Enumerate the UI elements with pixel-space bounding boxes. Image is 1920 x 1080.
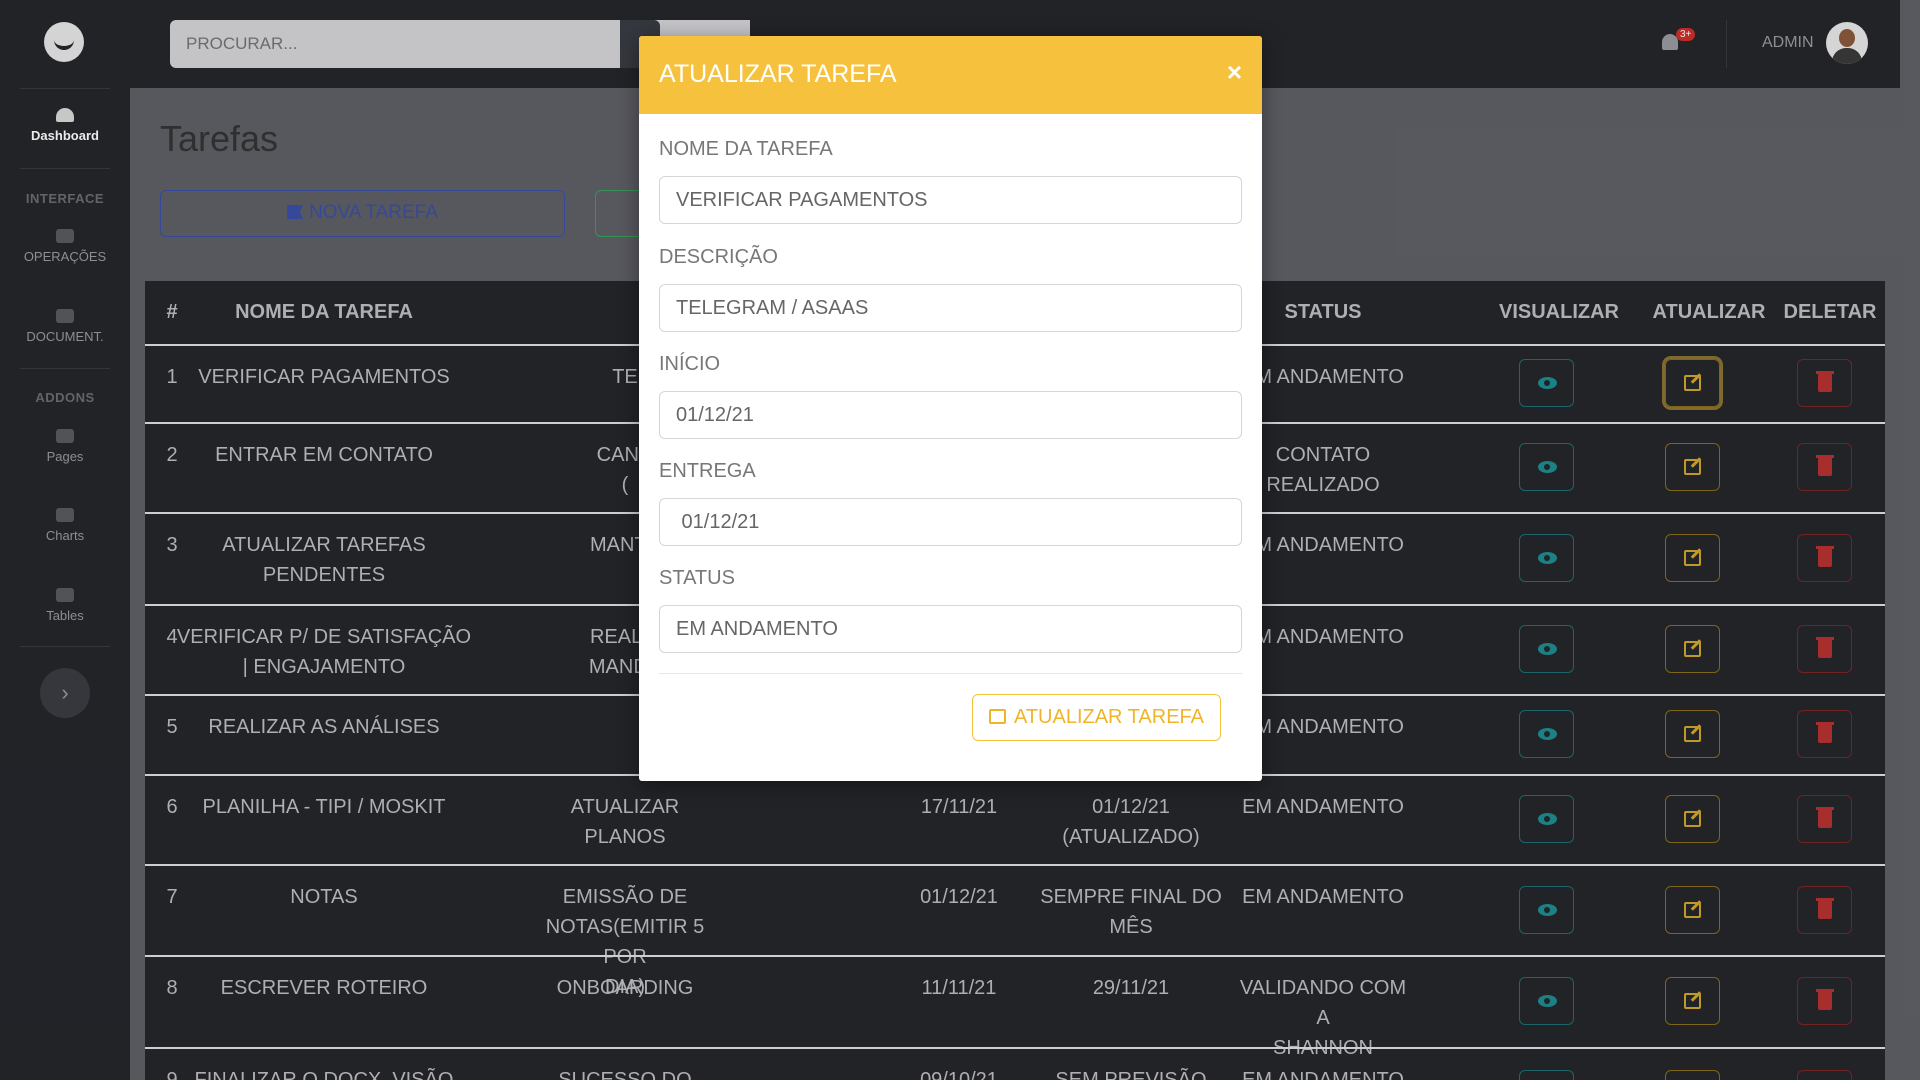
description-field[interactable]	[659, 284, 1242, 332]
modal-divider	[659, 673, 1242, 674]
update-task-label: ATUALIZAR TAREFA	[1013, 706, 1205, 728]
modal-header: ATUALIZAR TAREFA ×	[639, 36, 1262, 114]
modal-title: ATUALIZAR TAREFA	[659, 60, 897, 88]
update-task-modal: ATUALIZAR TAREFA × NOME DA TAREFA DESCRI…	[639, 36, 1262, 781]
edit-icon	[988, 709, 1006, 724]
update-task-button[interactable]: ATUALIZAR TAREFA	[972, 694, 1221, 741]
task-name-field[interactable]	[659, 176, 1242, 224]
start-date-field[interactable]	[659, 391, 1242, 439]
description-label: DESCRIÇÃO	[659, 246, 778, 268]
close-icon[interactable]: ×	[1227, 57, 1242, 88]
status-field[interactable]	[659, 605, 1242, 653]
delivery-label: ENTREGA	[659, 460, 756, 482]
delivery-date-field[interactable]	[659, 498, 1242, 546]
status-label: STATUS	[659, 567, 735, 589]
task-name-label: NOME DA TAREFA	[659, 138, 833, 160]
start-label: INÍCIO	[659, 353, 721, 375]
